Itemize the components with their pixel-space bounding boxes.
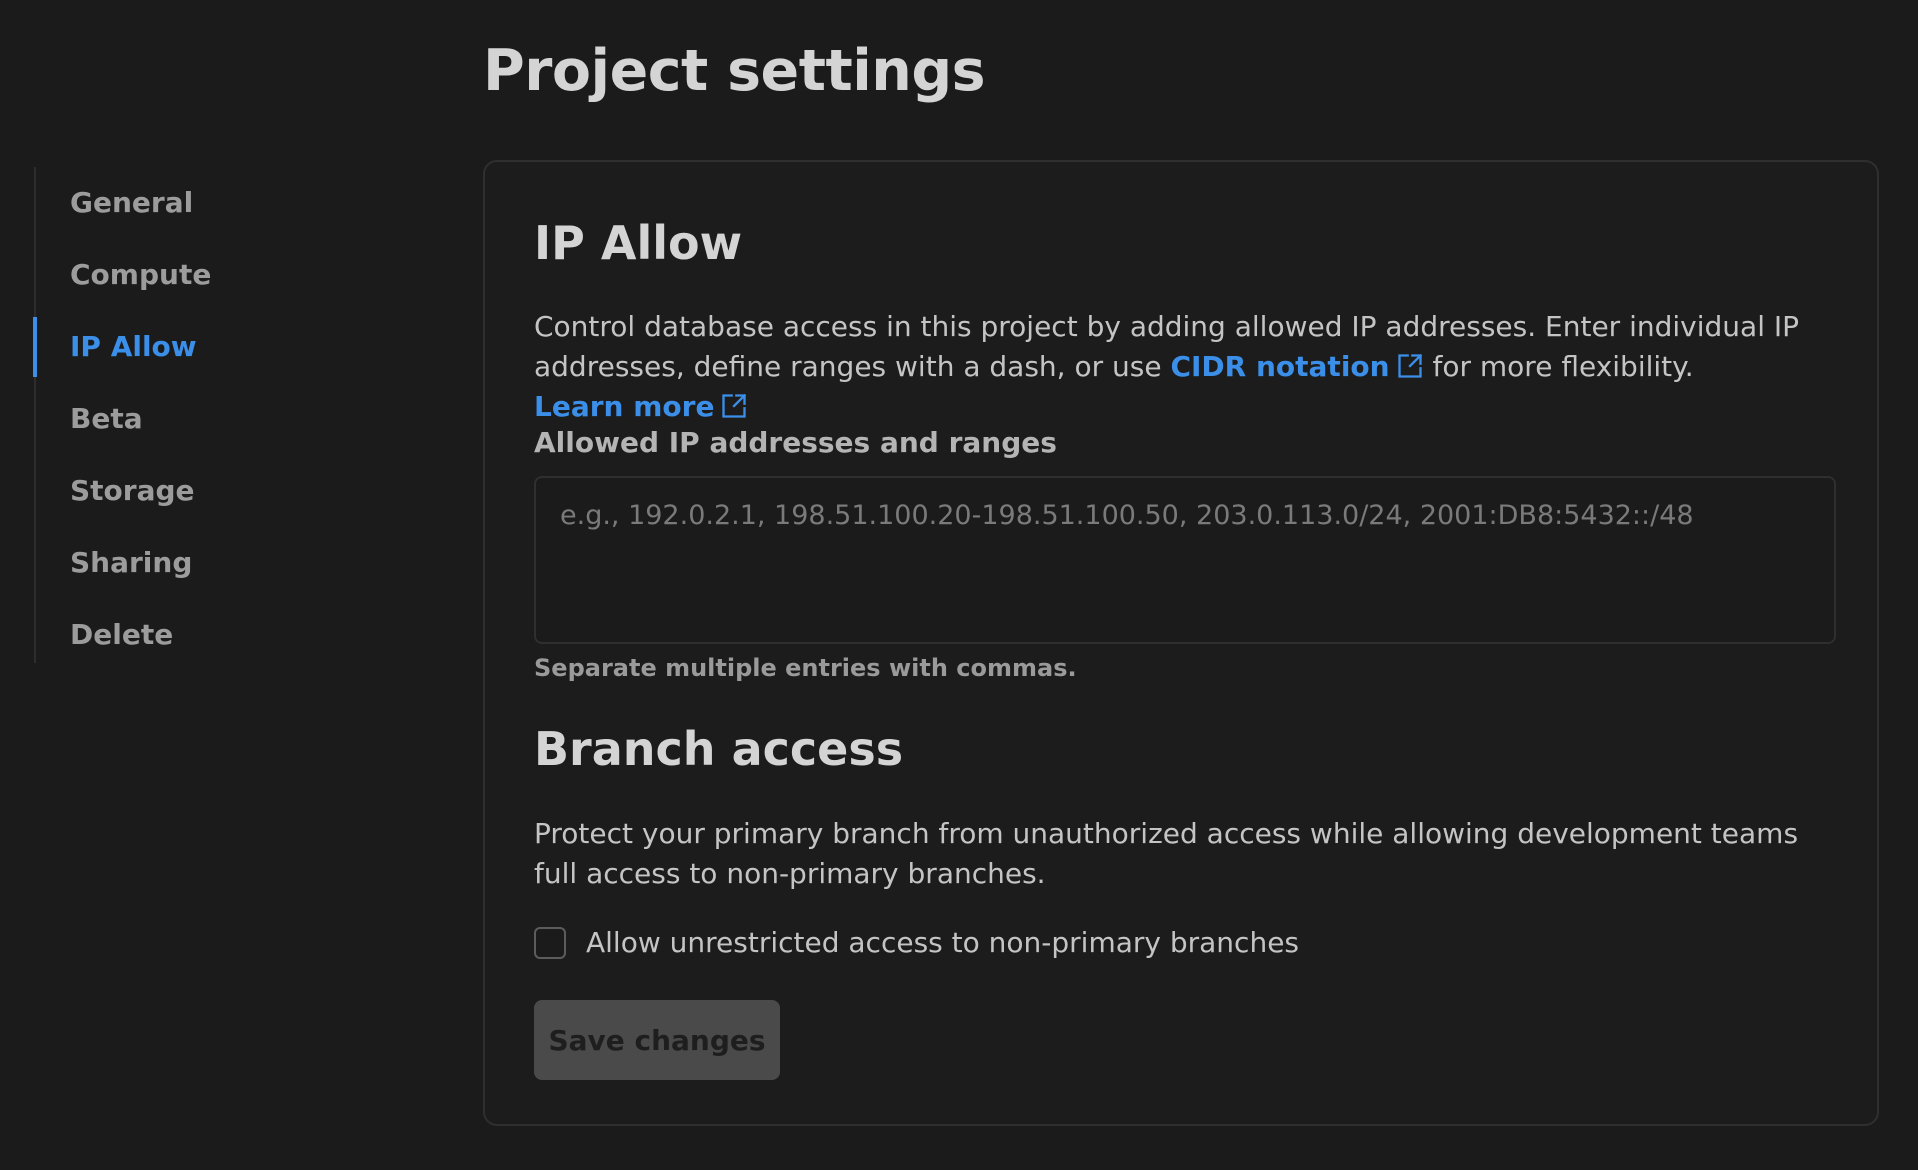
sidebar-item-compute[interactable]: Compute xyxy=(36,239,416,311)
unrestricted-access-label[interactable]: Allow unrestricted access to non-primary… xyxy=(586,926,1299,959)
branch-access-title: Branch access xyxy=(534,722,904,776)
sidebar-item-general[interactable]: General xyxy=(36,167,416,239)
unrestricted-access-checkbox[interactable] xyxy=(534,926,566,959)
sidebar-item-storage[interactable]: Storage xyxy=(36,455,416,527)
allowed-ip-input[interactable] xyxy=(534,476,1836,644)
sidebar-item-sharing[interactable]: Sharing xyxy=(36,527,416,599)
unrestricted-access-row[interactable]: Allow unrestricted access to non-primary… xyxy=(534,926,1299,959)
sidebar-item-delete[interactable]: Delete xyxy=(36,599,416,671)
external-link-icon xyxy=(722,393,747,418)
ip-allow-description-text-2: for more flexibility. xyxy=(1423,350,1694,383)
page-title: Project settings xyxy=(483,38,986,104)
branch-access-description: Protect your primary branch from unautho… xyxy=(534,817,1799,890)
learn-more-link-label: Learn more xyxy=(534,390,715,423)
learn-more-link[interactable]: Learn more xyxy=(534,390,748,423)
allowed-ip-label: Allowed IP addresses and ranges xyxy=(534,426,1057,459)
sidebar-item-ip-allow[interactable]: IP Allow xyxy=(33,311,416,383)
external-link-icon xyxy=(1397,353,1422,378)
cidr-notation-link-label: CIDR notation xyxy=(1170,350,1390,383)
allowed-ip-hint: Separate multiple entries with commas. xyxy=(534,654,1077,682)
ip-allow-description: Control database access in this project … xyxy=(534,307,1836,427)
sidebar-item-beta[interactable]: Beta xyxy=(36,383,416,455)
cidr-notation-link[interactable]: CIDR notation xyxy=(1170,350,1423,383)
save-changes-button[interactable]: Save changes xyxy=(534,1000,780,1080)
settings-card: IP Allow Control database access in this… xyxy=(483,160,1879,1126)
ip-allow-title: IP Allow xyxy=(534,216,743,270)
settings-sidebar: General Compute IP Allow Beta Storage Sh… xyxy=(33,167,416,663)
